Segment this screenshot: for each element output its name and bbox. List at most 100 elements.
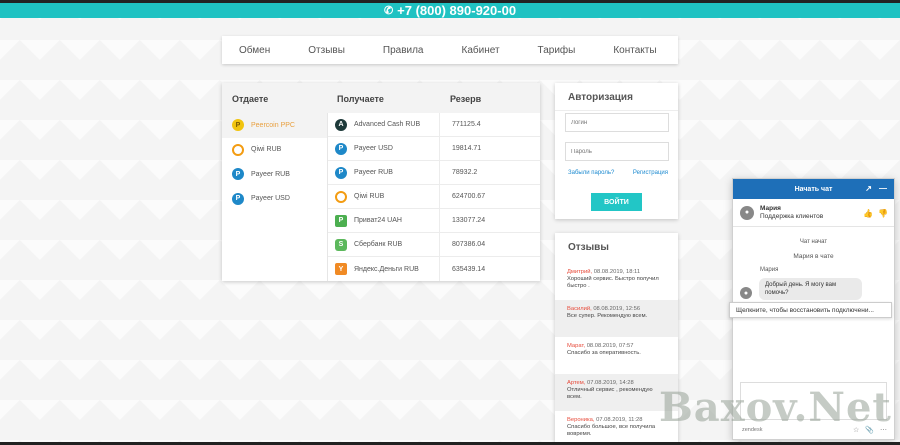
get-item-privat24[interactable]: P Приват24 UAH 133077.24 (328, 209, 540, 233)
give-item-label: Qiwi RUB (251, 146, 282, 154)
get-item-label: Advanced Cash RUB (354, 121, 421, 128)
password-input[interactable] (565, 142, 669, 161)
restore-connection-banner[interactable]: Щелкните, чтобы восстановить подключени.… (729, 302, 892, 318)
review-author: Марат, (567, 343, 586, 349)
popout-icon[interactable]: ↗ (865, 184, 872, 193)
review-text: Спасибо за оперативность. (567, 350, 641, 356)
register-link[interactable]: Регистрация (633, 170, 668, 176)
chat-title: Начать чат (794, 185, 833, 193)
payeer-icon: P (335, 142, 347, 155)
review-date: 07.08.2019, 11:28 (596, 417, 643, 423)
reserve-value: 133077.24 (439, 209, 485, 232)
reserve-value: 771125.4 (439, 113, 481, 136)
exchange-header: Отдаете Получаете Резерв (222, 83, 540, 113)
agent-info: Мария Поддержка клиентов (760, 205, 823, 221)
get-item-label: Приват24 UAH (354, 217, 402, 224)
give-item-payeer-usd[interactable]: P Payeer USD (222, 187, 327, 212)
reserve-value: 19814.71 (439, 137, 481, 160)
get-item-yandex[interactable]: Y Яндекс.Деньги RUB 635439.14 (328, 257, 540, 281)
give-item-qiwi[interactable]: Q Qiwi RUB (222, 138, 327, 163)
auth-title: Авторизация (568, 92, 633, 103)
chat-controls: ↗ — (865, 184, 887, 193)
review-date: 08.08.2019, 18:11 (593, 269, 641, 275)
get-item-label: Payeer RUB (354, 169, 393, 176)
watermark: Baxov.Net (659, 384, 892, 431)
login-input[interactable] (565, 113, 669, 132)
chat-joined: Мария в чате (793, 253, 834, 260)
reserve-value: 807386.04 (439, 233, 485, 256)
get-item-label: Qiwi RUB (354, 193, 385, 200)
sberbank-icon: S (335, 238, 347, 251)
privat24-icon: P (335, 214, 347, 227)
chat-header[interactable]: Начать чат ↗ — (733, 179, 894, 199)
review-author: Вероника, (567, 417, 595, 423)
reserve-value: 78932.2 (439, 161, 477, 184)
divider (555, 110, 678, 111)
reviews-title: Отзывы (568, 242, 609, 253)
review-author: Василий, (567, 306, 592, 312)
phone-icon: ✆ (383, 5, 394, 17)
review-text: Хороший сервис. Быстро получил быстро . (567, 276, 659, 289)
rating-controls: 👍 👎 (863, 209, 888, 218)
auth-panel: Авторизация Забыли пароль? Регистрация В… (555, 83, 678, 219)
forgot-password-link[interactable]: Забыли пароль? (568, 170, 614, 176)
qiwi-icon: Q (232, 143, 244, 156)
chat-started: Чат начат (799, 239, 828, 245)
exchange-table: Отдаете Получаете Резерв P Peercoin PPC … (222, 83, 540, 281)
peercoin-icon: P (232, 119, 244, 132)
get-item-sberbank[interactable]: S Сбербанк RUB 807386.04 (328, 233, 540, 257)
minimize-icon[interactable]: — (879, 184, 887, 193)
phone-number[interactable]: +7 (800) 890-920-00 (397, 3, 516, 18)
review-text: Спасибо большое, все получила вовремя. (567, 424, 656, 437)
nav-tariffs[interactable]: Тарифы (538, 45, 576, 56)
give-item-payeer-rub[interactable]: P Payeer RUB (222, 162, 327, 187)
payeer-icon: P (335, 166, 347, 179)
main-nav: Обмен Отзывы Правила Кабинет Тарифы Конт… (222, 36, 678, 64)
give-header: Отдаете (232, 94, 269, 104)
message-sender: Мария (760, 267, 779, 273)
avatar: ● (740, 205, 754, 220)
yandex-money-icon: Y (335, 263, 347, 275)
review-date: 08.08.2019, 12:56 (593, 306, 641, 312)
top-bar: ✆ +7 (800) 890-920-00 (0, 0, 900, 18)
reserve-value: 624700.67 (439, 185, 485, 208)
nav-rules[interactable]: Правила (383, 45, 424, 56)
nav-contacts[interactable]: Контакты (613, 45, 656, 56)
payeer-icon: P (232, 192, 244, 205)
payeer-icon: P (232, 168, 244, 181)
avatar: ● (740, 287, 752, 299)
review-item: Василий, 08.08.2019, 12:56 Все супер. Ре… (555, 300, 678, 337)
nav-cabinet[interactable]: Кабинет (462, 45, 500, 56)
nav-exchange[interactable]: Обмен (239, 45, 270, 56)
get-item-qiwi[interactable]: Q Qiwi RUB 624700.67 (328, 185, 540, 209)
get-item-label: Payeer USD (354, 145, 393, 152)
get-item-payeer-usd[interactable]: P Payeer USD 19814.71 (328, 137, 540, 161)
give-item-label: Payeer USD (251, 195, 290, 203)
thumbs-down-icon[interactable]: 👎 (878, 209, 888, 218)
give-column: P Peercoin PPC Q Qiwi RUB P Payeer RUB P… (222, 113, 327, 211)
review-author: Артем, (567, 380, 586, 386)
review-date: 07.08.2019, 14:28 (587, 380, 634, 386)
qiwi-icon: Q (335, 190, 347, 203)
reserve-header: Резерв (450, 94, 482, 104)
chat-agent-bar: ● Мария Поддержка клиентов 👍 👎 (733, 199, 894, 227)
auth-links: Забыли пароль? Регистрация (568, 170, 668, 176)
advcash-icon: A (335, 118, 347, 131)
agent-name: Мария (760, 204, 781, 212)
review-text: Отличный сервис , рекомендую всем. (567, 387, 653, 400)
review-item: Дмитрий, 08.08.2019, 18:11 Хороший серви… (555, 263, 678, 300)
login-button[interactable]: ВОЙТИ (591, 193, 642, 211)
nav-reviews[interactable]: Отзывы (308, 45, 345, 56)
give-item-label: Peercoin PPC (251, 121, 295, 129)
give-item-peercoin[interactable]: P Peercoin PPC (222, 113, 327, 138)
get-item-advcash[interactable]: A Advanced Cash RUB 771125.4 (328, 113, 540, 137)
thumbs-up-icon[interactable]: 👍 (863, 209, 873, 218)
get-item-label: Яндекс.Деньги RUB (354, 265, 419, 273)
review-date: 08.08.2019, 07:57 (586, 343, 634, 349)
get-column: A Advanced Cash RUB 771125.4 P Payeer USD … (327, 113, 540, 281)
review-text: Все супер. Рекомендую всем. (567, 313, 648, 319)
get-item-payeer-rub[interactable]: P Payeer RUB 78932.2 (328, 161, 540, 185)
reserve-value: 635439.14 (439, 257, 485, 281)
get-item-label: Сбербанк RUB (354, 241, 403, 248)
agent-role: Поддержка клиентов (760, 212, 824, 220)
